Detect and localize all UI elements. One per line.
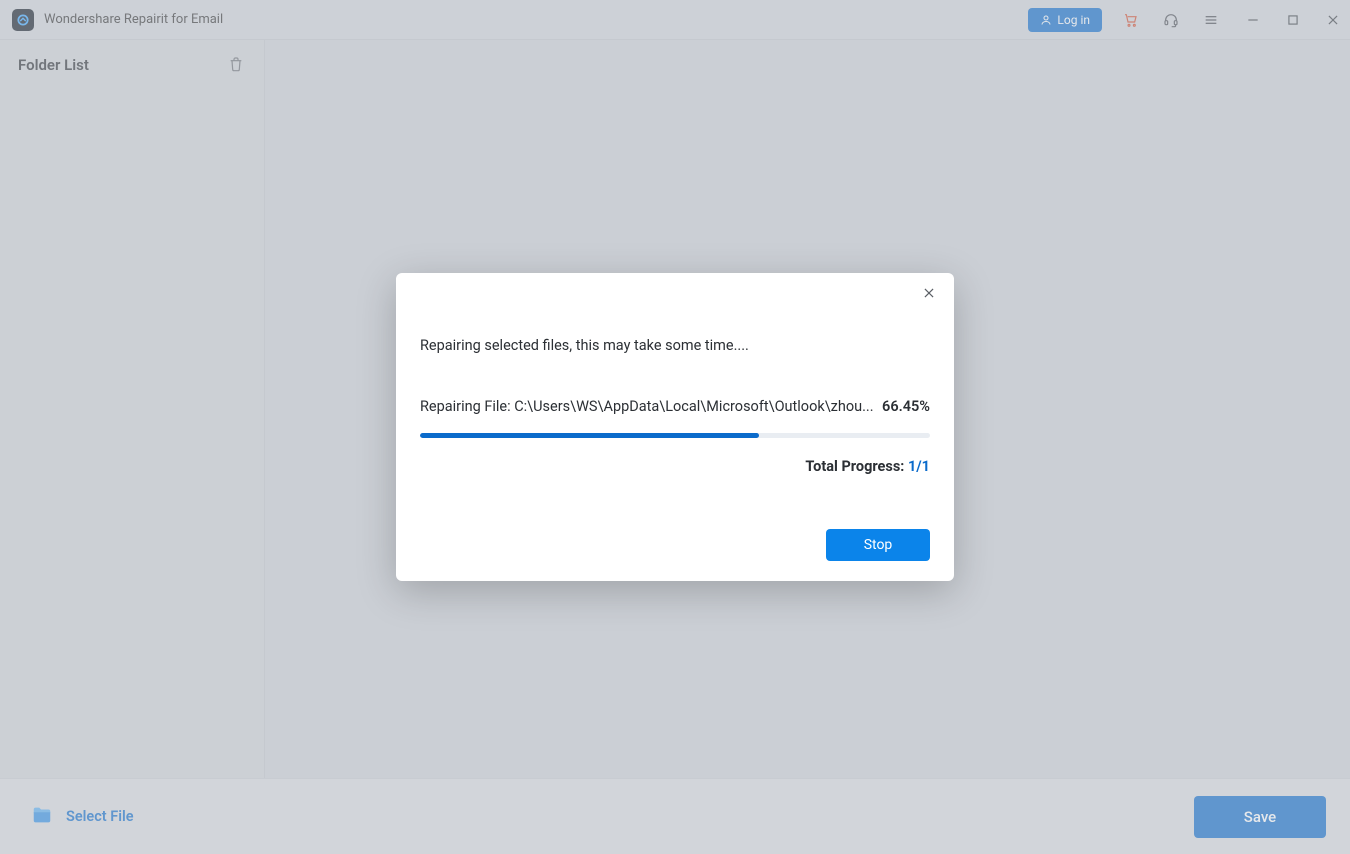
app-title: Wondershare Repairit for Email	[44, 12, 223, 27]
login-label: Log in	[1057, 13, 1090, 27]
progress-bar-fill	[420, 433, 759, 438]
dialog-close-button[interactable]	[922, 285, 940, 303]
total-progress-row: Total Progress: 1/1	[420, 458, 930, 475]
select-file-button[interactable]: Select File	[30, 804, 134, 830]
app-logo-icon	[12, 9, 34, 31]
folder-icon	[30, 804, 54, 830]
sidebar: Folder List	[0, 40, 265, 778]
footer-bar: Select File Save	[0, 778, 1350, 854]
stop-button[interactable]: Stop	[826, 529, 930, 561]
total-progress-value: 1/1	[908, 458, 930, 475]
support-headset-icon[interactable]	[1162, 11, 1180, 29]
titlebar: Wondershare Repairit for Email Log in	[0, 0, 1350, 40]
window-close-button[interactable]	[1324, 11, 1342, 29]
menu-hamburger-icon[interactable]	[1202, 11, 1220, 29]
total-progress-label: Total Progress:	[805, 458, 908, 475]
trash-icon[interactable]	[228, 56, 246, 74]
progress-percent: 66.45%	[882, 398, 930, 415]
progress-bar	[420, 433, 930, 438]
dialog-message: Repairing selected files, this may take …	[420, 337, 930, 354]
window-maximize-button[interactable]	[1284, 11, 1302, 29]
repair-progress-dialog: Repairing selected files, this may take …	[396, 273, 954, 581]
save-button[interactable]: Save	[1194, 796, 1326, 838]
cart-icon[interactable]	[1122, 11, 1140, 29]
folder-list-title: Folder List	[18, 56, 89, 74]
window-minimize-button[interactable]	[1244, 11, 1262, 29]
select-file-label: Select File	[66, 808, 134, 825]
login-button[interactable]: Log in	[1028, 8, 1102, 32]
repairing-file-label: Repairing File: C:\Users\WS\AppData\Loca…	[420, 398, 874, 415]
